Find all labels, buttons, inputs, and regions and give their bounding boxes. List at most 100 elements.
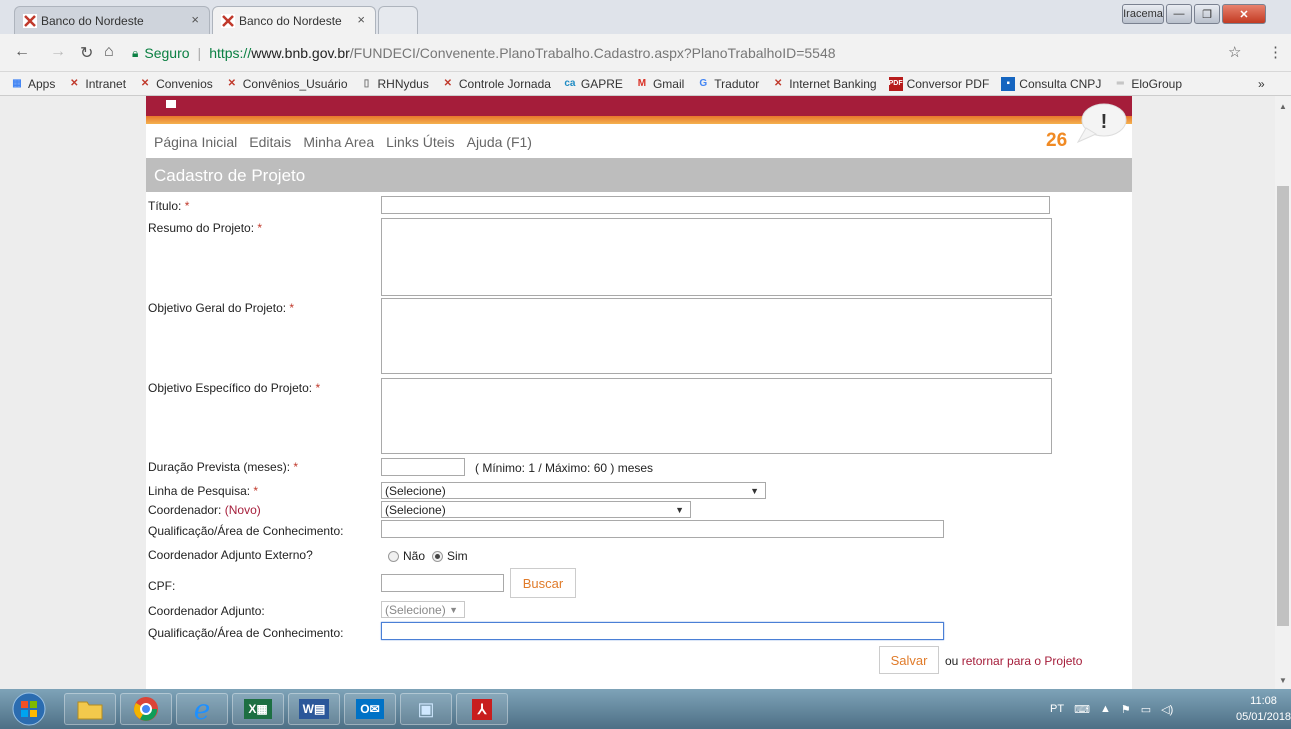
titulo-input[interactable] (381, 196, 1050, 214)
language-indicator[interactable]: PT (1050, 703, 1064, 715)
window-user-badge[interactable]: Iracema (1122, 4, 1164, 24)
qualificacao-input[interactable] (381, 520, 944, 538)
tab-close-icon[interactable]: × (191, 12, 199, 27)
bookmark-internet-banking[interactable]: ✕ Internet Banking (771, 76, 877, 91)
buscar-button[interactable]: Buscar (510, 568, 576, 598)
bnb-favicon-icon: ✕ (70, 78, 79, 89)
resumo-textarea[interactable] (381, 218, 1052, 296)
linha-pesquisa-label: Linha de Pesquisa: * (148, 484, 259, 498)
forward-arrow-icon[interactable]: → (50, 43, 66, 61)
remote-desktop-icon[interactable]: ▣ (400, 693, 452, 725)
tab-close-icon[interactable]: × (357, 12, 365, 27)
bookmark-label: EloGroup (1131, 76, 1183, 91)
radio-sim[interactable]: Sim (432, 549, 468, 563)
bookmark-consulta-cnpj[interactable]: ▪ Consulta CNPJ (1001, 76, 1101, 91)
radio-sim-label: Sim (447, 549, 468, 563)
cnpj-icon: ▪ (1001, 76, 1016, 91)
bookmarks-bar: ▦ Apps ✕ Intranet ✕ Convenios ✕ Convênios_Us… (0, 72, 1291, 96)
radio-sim-dot[interactable] (432, 550, 443, 562)
browser-tab-1[interactable]: Banco do Nordeste × (14, 6, 210, 34)
system-tray: PT ⌨ ▲ ⚑ ▭ ◁) (1050, 689, 1173, 729)
menu-ajuda[interactable]: Ajuda (F1) (467, 134, 532, 150)
radio-nao-label: Não (403, 549, 426, 563)
bookmark-elogroup[interactable]: ═ EloGroup (1113, 77, 1182, 91)
bookmark-convenios-usuario[interactable]: ✕ Convênios_Usuário (225, 77, 348, 91)
browser-tab-2[interactable]: Banco do Nordeste × (212, 6, 376, 34)
notification-count[interactable]: 26 (1046, 130, 1067, 152)
duracao-label: Duração Prevista (meses): * (148, 460, 299, 474)
page-icon: ▯ (363, 78, 370, 89)
scroll-down-icon[interactable]: ▼ (1279, 676, 1287, 685)
bookmark-label: Tradutor (714, 76, 760, 91)
retornar-link[interactable]: retornar para o Projeto (962, 654, 1083, 668)
cpf-input[interactable] (381, 574, 504, 592)
bookmark-controle-jornada[interactable]: ✕ Controle Jornada (441, 77, 551, 91)
network-icon[interactable]: ▭ (1141, 703, 1151, 716)
keyboard-icon[interactable]: ⌨ (1074, 703, 1090, 716)
new-tab-button[interactable] (378, 6, 418, 34)
coordenador-novo-link[interactable]: (Novo) (225, 503, 261, 517)
coordenador-select[interactable]: (Selecione) ▼ (381, 501, 691, 518)
outlook-icon[interactable]: O✉ (344, 693, 396, 725)
bookmark-rhnydus[interactable]: ▯ RHNydus (360, 77, 429, 91)
flag-icon[interactable]: ⚑ (1121, 703, 1131, 716)
menu-dots-icon[interactable]: ⋮ (1268, 43, 1283, 61)
linha-pesquisa-select[interactable]: (Selecione) ▼ (381, 482, 766, 499)
adjunto-select[interactable]: (Selecione) ▼ (381, 601, 465, 618)
acrobat-icon[interactable]: ⅄ (456, 693, 508, 725)
bookmark-star-icon[interactable]: ☆ (1228, 43, 1241, 61)
bookmark-conversor-pdf[interactable]: PDF Conversor PDF (888, 76, 989, 91)
url-input[interactable]: 🔒︎ Seguro | https:// www.bnb.gov.br /FUN… (132, 40, 1242, 66)
minimize-icon[interactable]: — (1166, 4, 1192, 24)
bookmark-gmail[interactable]: M Gmail (635, 77, 685, 91)
scroll-up-icon[interactable]: ▲ (1279, 102, 1287, 111)
bookmark-gapre[interactable]: ca GAPRE (563, 77, 623, 91)
volume-icon[interactable]: ◁) (1161, 703, 1173, 716)
home-icon[interactable]: ⌂ (104, 43, 114, 61)
header-logo-fragment (166, 100, 176, 108)
reload-icon[interactable]: ↻ (80, 43, 93, 63)
menu-pagina-inicial[interactable]: Página Inicial (154, 134, 237, 150)
qualificacao2-input[interactable] (381, 622, 944, 640)
internet-explorer-icon[interactable]: e (176, 693, 228, 726)
taskbar-clock[interactable]: 11:08 05/01/2018 (1236, 693, 1291, 725)
bookmark-intranet[interactable]: ✕ Intranet (67, 77, 126, 91)
excel-icon[interactable]: X▦ (232, 693, 284, 725)
objetivo-especifico-textarea[interactable] (381, 378, 1052, 454)
lock-icon: 🔒︎ (132, 45, 139, 60)
chrome-icon[interactable] (120, 693, 172, 725)
bnb-favicon-icon (221, 14, 235, 28)
menu-minha-area[interactable]: Minha Area (303, 134, 374, 150)
objetivo-especifico-label: Objetivo Específico do Projeto: * (148, 381, 321, 395)
salvar-button[interactable]: Salvar (879, 646, 939, 674)
notification-bubble-icon[interactable]: ! (1074, 102, 1128, 146)
back-arrow-icon[interactable]: ← (14, 43, 30, 61)
tray-expand-icon[interactable]: ▲ (1100, 703, 1111, 715)
menu-editais[interactable]: Editais (249, 134, 291, 150)
bookmark-label: Internet Banking (789, 76, 877, 91)
scrollbar-thumb[interactable] (1277, 186, 1289, 626)
bookmark-tradutor[interactable]: G Tradutor (696, 77, 759, 91)
bookmarks-overflow-icon[interactable]: » (1258, 77, 1265, 91)
objetivo-geral-textarea[interactable] (381, 298, 1052, 374)
gapre-icon: ca (564, 78, 576, 89)
bookmark-apps[interactable]: ▦ Apps (10, 77, 55, 91)
word-icon[interactable]: W▤ (288, 693, 340, 725)
bookmark-convenios[interactable]: ✕ Convenios (138, 77, 213, 91)
gmail-icon: M (637, 78, 647, 89)
radio-nao[interactable]: Não (388, 549, 425, 563)
page-viewport: Página Inicial Editais Minha Area Links … (0, 96, 1275, 689)
url-separator: | (197, 45, 202, 61)
windows-start-icon[interactable] (10, 691, 48, 727)
page-scrollbar[interactable]: ▲ ▼ (1275, 96, 1291, 689)
radio-nao-dot[interactable] (388, 550, 399, 562)
explorer-folder-icon[interactable] (64, 693, 116, 725)
maximize-icon[interactable]: ❐ (1194, 4, 1220, 24)
translate-icon: G (699, 78, 708, 89)
bookmark-label: Convênios_Usuário (242, 76, 348, 91)
menu-links-uteis[interactable]: Links Úteis (386, 134, 454, 150)
tab-strip: Banco do Nordeste × Banco do Nordeste × … (0, 0, 1291, 34)
close-window-icon[interactable]: ✕ (1222, 4, 1266, 24)
duracao-input[interactable] (381, 458, 465, 476)
url-scheme: https:// (209, 45, 252, 61)
